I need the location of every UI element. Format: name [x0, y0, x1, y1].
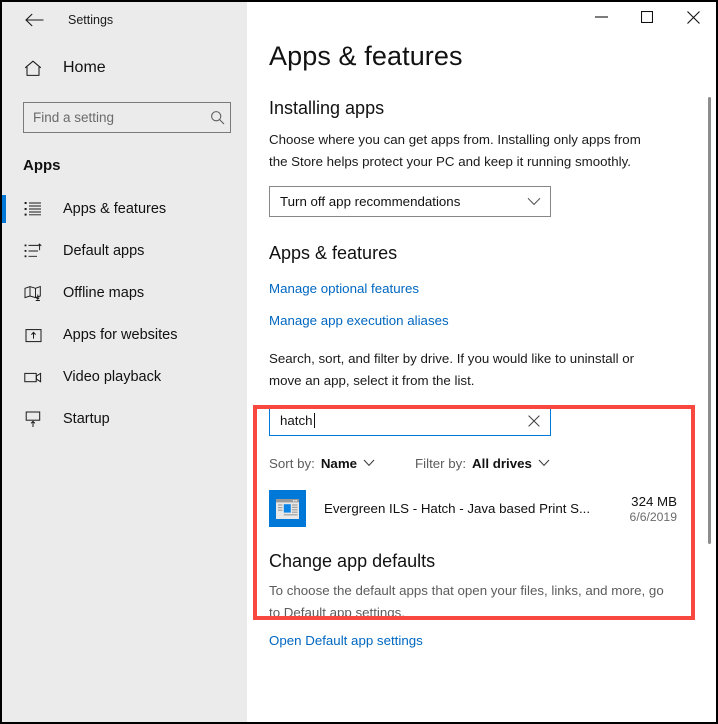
settings-window: Settings Home Apps: [2, 2, 716, 722]
maximize-button[interactable]: [624, 2, 670, 32]
filter-by-value: All drives: [472, 455, 532, 471]
change-app-defaults-description: To choose the default apps that open you…: [269, 583, 664, 620]
app-install-date: 6/6/2019: [629, 509, 677, 524]
sidebar-item-offline-maps[interactable]: Offline maps: [2, 272, 247, 314]
monitor-arrow-up-icon: [23, 409, 43, 429]
sidebar-item-home[interactable]: Home: [2, 48, 247, 88]
app-search-input[interactable]: hatch: [280, 413, 526, 429]
main-scroll-content: Apps & features Installing apps Choose w…: [247, 41, 716, 648]
sort-by-dropdown[interactable]: Sort by: Name: [269, 454, 375, 472]
dropdown-selected-value: Turn off app recommendations: [280, 194, 461, 210]
app-search-section: Search, sort, and filter by drive. If yo…: [269, 348, 698, 528]
selection-accent-bar: [2, 237, 6, 265]
text-caret: [313, 413, 315, 429]
home-icon: [23, 58, 43, 78]
selection-accent-bar: [2, 321, 6, 349]
find-a-setting-box[interactable]: [23, 102, 231, 133]
app-window-icon: [269, 490, 306, 528]
app-list-search-box[interactable]: hatch: [269, 405, 551, 437]
manage-optional-features-link[interactable]: Manage optional features: [269, 281, 419, 296]
app-size: 324 MB: [631, 493, 677, 509]
sidebar: Settings Home Apps: [2, 2, 247, 722]
scrollbar-thumb[interactable]: [708, 97, 711, 544]
sidebar-titlebar: Settings: [2, 2, 247, 38]
app-list-item[interactable]: Evergreen ILS - Hatch - Java based Print…: [269, 490, 677, 528]
sidebar-item-apps-features[interactable]: Apps & features: [2, 188, 247, 230]
chevron-down-icon: [538, 454, 550, 472]
back-arrow-icon[interactable]: [24, 10, 44, 30]
sort-filter-row: Sort by: Name Filter by: All drives: [269, 454, 698, 472]
sidebar-nav-list: Apps & features Default apps Offline map…: [2, 188, 247, 440]
list-arrow-icon: [23, 241, 43, 261]
map-download-icon: [23, 283, 43, 303]
search-icon: [210, 110, 225, 126]
sidebar-item-default-apps[interactable]: Default apps: [2, 230, 247, 272]
window-arrow-up-icon: [23, 325, 43, 345]
scrollbar-track[interactable]: [703, 2, 715, 722]
app-title: Settings: [68, 13, 114, 27]
installing-apps-description: Choose where you can get apps from. Inst…: [269, 132, 641, 169]
app-name: Evergreen ILS - Hatch - Java based Print…: [324, 501, 591, 517]
sidebar-item-label: Default apps: [63, 243, 145, 259]
sidebar-item-label: Apps & features: [63, 201, 167, 217]
main-content: Apps & features Installing apps Choose w…: [247, 2, 716, 722]
page-title: Apps & features: [269, 41, 463, 71]
app-search-value: hatch: [280, 413, 313, 429]
sort-by-label: Sort by:: [269, 455, 315, 471]
apps-features-heading: Apps & features: [269, 243, 398, 264]
open-default-app-settings-link[interactable]: Open Default app settings: [269, 633, 423, 648]
filter-by-dropdown[interactable]: Filter by: All drives: [415, 454, 550, 472]
selection-accent-bar: [2, 279, 6, 307]
sidebar-item-startup[interactable]: Startup: [2, 398, 247, 440]
chevron-down-icon: [363, 454, 375, 472]
sidebar-item-label: Startup: [63, 411, 110, 427]
app-search-description: Search, sort, and filter by drive. If yo…: [269, 351, 635, 388]
filter-by-label: Filter by:: [415, 455, 467, 471]
manage-app-execution-aliases-link[interactable]: Manage app execution aliases: [269, 313, 449, 328]
sidebar-item-label: Apps for websites: [63, 327, 178, 343]
sidebar-section-header: Apps: [23, 157, 61, 174]
installing-apps-heading: Installing apps: [269, 98, 385, 118]
sidebar-item-label: Video playback: [63, 369, 162, 385]
sort-by-value: Name: [320, 455, 358, 471]
search-input[interactable]: [33, 110, 210, 125]
selection-accent-bar: [2, 363, 6, 391]
selection-accent-bar: [2, 195, 6, 223]
sidebar-item-video-playback[interactable]: Video playback: [2, 356, 247, 398]
selection-accent-bar: [2, 405, 6, 433]
sidebar-home-label: Home: [63, 59, 106, 76]
sidebar-item-apps-for-websites[interactable]: Apps for websites: [2, 314, 247, 356]
app-recommendations-dropdown[interactable]: Turn off app recommendations: [269, 186, 551, 218]
video-camera-icon: [23, 367, 43, 387]
chevron-down-icon: [527, 193, 541, 211]
sidebar-item-label: Offline maps: [63, 285, 145, 301]
list-bullets-icon: [23, 199, 43, 219]
minimize-button[interactable]: [578, 2, 624, 32]
window-controls: [247, 2, 716, 34]
change-app-defaults-heading: Change app defaults: [269, 551, 436, 572]
app-meta: 324 MB 6/6/2019: [630, 494, 677, 524]
clear-x-icon[interactable]: [526, 413, 542, 429]
